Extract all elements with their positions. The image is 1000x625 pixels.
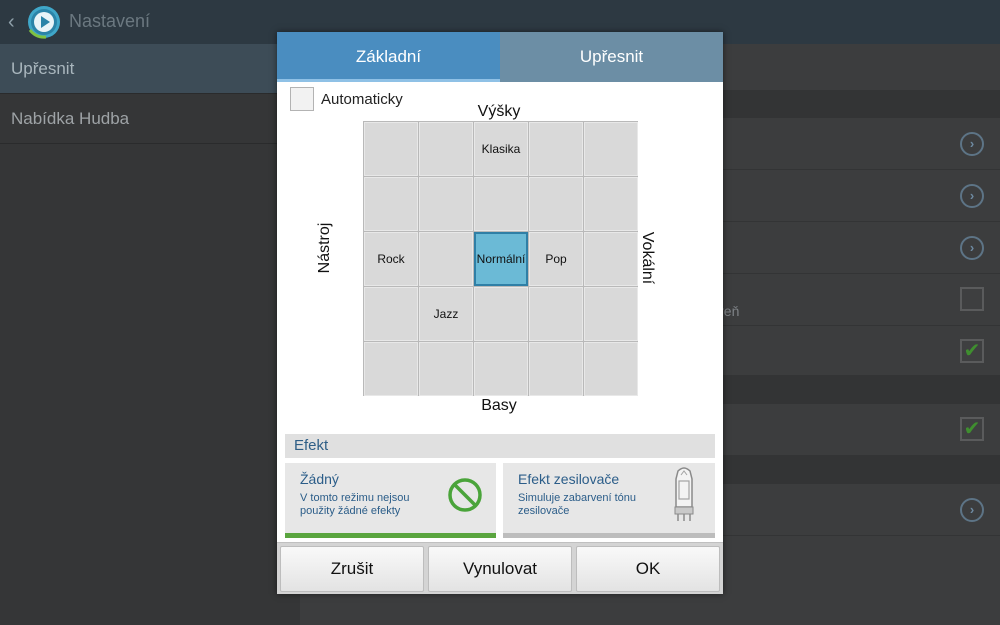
sidebar-item-advanced[interactable]: Upřesnit — [0, 44, 300, 94]
eq-preset-cell[interactable] — [584, 177, 638, 231]
eq-preset-cell[interactable] — [529, 342, 583, 396]
effect-card-title: Žádný — [300, 471, 339, 487]
eq-preset-cell[interactable] — [584, 287, 638, 341]
eq-preset-cell[interactable] — [364, 177, 418, 231]
effect-section-header: Efekt — [285, 434, 715, 458]
eq-preset-cell[interactable] — [584, 232, 638, 286]
axis-label-top: Výšky — [477, 103, 521, 120]
eq-preset-cell[interactable] — [364, 122, 418, 176]
music-player-icon[interactable] — [26, 4, 62, 40]
eq-preset-cell[interactable] — [474, 287, 528, 341]
equalizer-dialog: Základní Upřesnit Automaticky Výšky Basy… — [277, 32, 723, 594]
no-effect-icon — [448, 478, 482, 512]
eq-preset-cell[interactable]: Klasika — [474, 122, 528, 176]
axis-label-right: Vokální — [639, 231, 656, 285]
eq-preset-cell[interactable]: Normální — [474, 232, 528, 286]
eq-preset-cell[interactable]: Pop — [529, 232, 583, 286]
tab-basic[interactable]: Základní — [277, 32, 500, 82]
eq-preset-cell[interactable] — [364, 287, 418, 341]
eq-preset-cell[interactable] — [419, 342, 473, 396]
eq-preset-cell[interactable] — [529, 122, 583, 176]
eq-preset-cell[interactable] — [419, 177, 473, 231]
eq-preset-cell[interactable] — [529, 287, 583, 341]
eq-preset-cell[interactable] — [419, 122, 473, 176]
effect-inactive-indicator — [503, 533, 715, 538]
vacuum-tube-icon — [674, 467, 694, 521]
checkbox-checked[interactable]: ✔ — [960, 417, 984, 441]
eq-preset-cell[interactable] — [419, 232, 473, 286]
effect-card-amplifier[interactable]: Efekt zesilovače Simuluje zabarvení tónu… — [503, 463, 715, 538]
eq-preset-cell[interactable]: Rock — [364, 232, 418, 286]
auto-checkbox-label: Automaticky — [321, 91, 403, 108]
ok-button[interactable]: OK — [576, 546, 720, 592]
eq-preset-cell[interactable] — [474, 342, 528, 396]
eq-preset-cell[interactable] — [584, 122, 638, 176]
cancel-button[interactable]: Zrušit — [280, 546, 424, 592]
eq-preset-cell[interactable] — [529, 177, 583, 231]
auto-checkbox[interactable] — [290, 87, 314, 111]
chevron-right-icon[interactable]: › — [960, 498, 984, 522]
sidebar: Upřesnit Nabídka Hudba — [0, 44, 300, 625]
chevron-right-icon[interactable]: › — [960, 184, 984, 208]
eq-preset-cell[interactable] — [474, 177, 528, 231]
eq-preset-cell[interactable] — [584, 342, 638, 396]
axis-label-left: Nástroj — [316, 222, 333, 274]
effect-card-none[interactable]: Žádný V tomto režimu nejsou použity žádn… — [285, 463, 496, 538]
checkbox-checked[interactable]: ✔ — [960, 339, 984, 363]
effect-card-title: Efekt zesilovače — [518, 471, 620, 487]
reset-button[interactable]: Vynulovat — [428, 546, 572, 592]
effect-card-description: V tomto režimu nejsou použity žádné efek… — [300, 492, 410, 517]
sidebar-item-music-menu[interactable]: Nabídka Hudba — [0, 94, 300, 144]
eq-preset-cell[interactable]: Jazz — [419, 287, 473, 341]
equalizer-grid: Klasika Rock Normální Pop Jazz — [363, 121, 638, 396]
chevron-right-icon[interactable]: › — [960, 236, 984, 260]
checkbox[interactable] — [960, 287, 984, 311]
dialog-button-bar: Zrušit Vynulovat OK — [277, 542, 723, 594]
tab-advanced[interactable]: Upřesnit — [500, 32, 723, 82]
axis-label-bottom: Basy — [481, 397, 517, 414]
chevron-left-icon[interactable]: ‹ — [8, 10, 15, 34]
chevron-right-icon[interactable]: › — [960, 132, 984, 156]
effect-active-indicator — [285, 533, 496, 538]
app-title: Nastavení — [69, 11, 151, 31]
effect-card-description: Simuluje zabarvení tónu zesilovače — [518, 492, 637, 517]
eq-preset-cell[interactable] — [364, 342, 418, 396]
